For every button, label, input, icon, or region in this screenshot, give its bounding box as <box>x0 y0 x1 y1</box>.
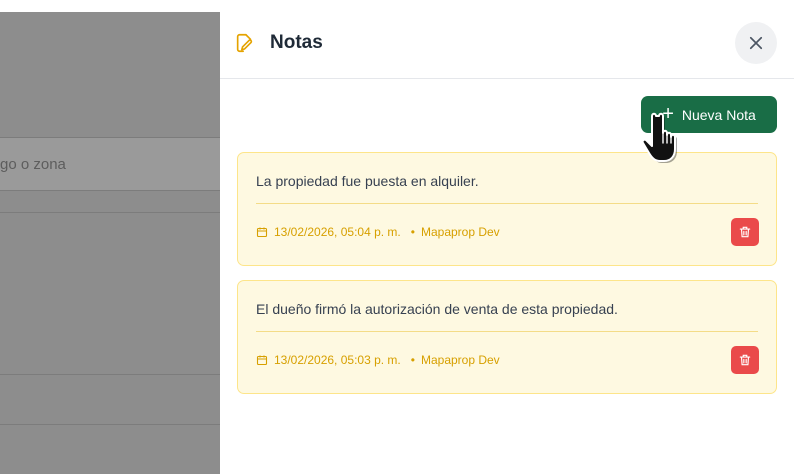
note-card: El dueño firmó la autorización de venta … <box>237 280 777 394</box>
panel-title: Notas <box>270 32 323 53</box>
note-meta: 13/02/2026, 05:04 p. m. • Mapaprop Dev <box>256 225 500 239</box>
delete-note-button[interactable] <box>731 346 759 374</box>
close-icon <box>749 36 763 50</box>
trash-icon <box>739 226 751 238</box>
backdrop-search-field: go o zona <box>0 137 220 191</box>
note-meta: 13/02/2026, 05:03 p. m. • Mapaprop Dev <box>256 353 500 367</box>
note-divider <box>256 331 758 332</box>
panel-top-strip <box>220 0 794 12</box>
hand-pointer-cursor-icon <box>641 112 677 163</box>
note-author: Mapaprop Dev <box>420 353 500 367</box>
calendar-icon <box>256 227 268 238</box>
trash-icon <box>739 354 751 366</box>
note-divider <box>256 203 758 204</box>
divider <box>0 374 220 375</box>
page-backdrop: go o zona <box>0 0 220 474</box>
note-text: La propiedad fue puesta en alquiler. <box>256 173 479 189</box>
backdrop-search-text: go o zona <box>0 156 66 173</box>
edit-note-icon <box>236 33 253 53</box>
backdrop-topbar <box>0 0 220 12</box>
meta-separator: • <box>410 225 415 239</box>
close-button[interactable] <box>735 22 777 64</box>
panel-header: Notas <box>220 12 794 79</box>
delete-note-button[interactable] <box>731 218 759 246</box>
note-card: La propiedad fue puesta en alquiler. 13/… <box>237 152 777 266</box>
calendar-icon <box>256 355 268 366</box>
note-date: 13/02/2026, 05:03 p. m. <box>274 353 401 367</box>
note-author: Mapaprop Dev <box>420 225 500 239</box>
note-date: 13/02/2026, 05:04 p. m. <box>274 225 401 239</box>
divider <box>0 424 220 425</box>
divider <box>0 212 220 213</box>
notes-panel: Notas + Nueva Nota La propiedad fue pues… <box>220 0 794 474</box>
note-text: El dueño firmó la autorización de venta … <box>256 301 618 317</box>
meta-separator: • <box>410 353 415 367</box>
